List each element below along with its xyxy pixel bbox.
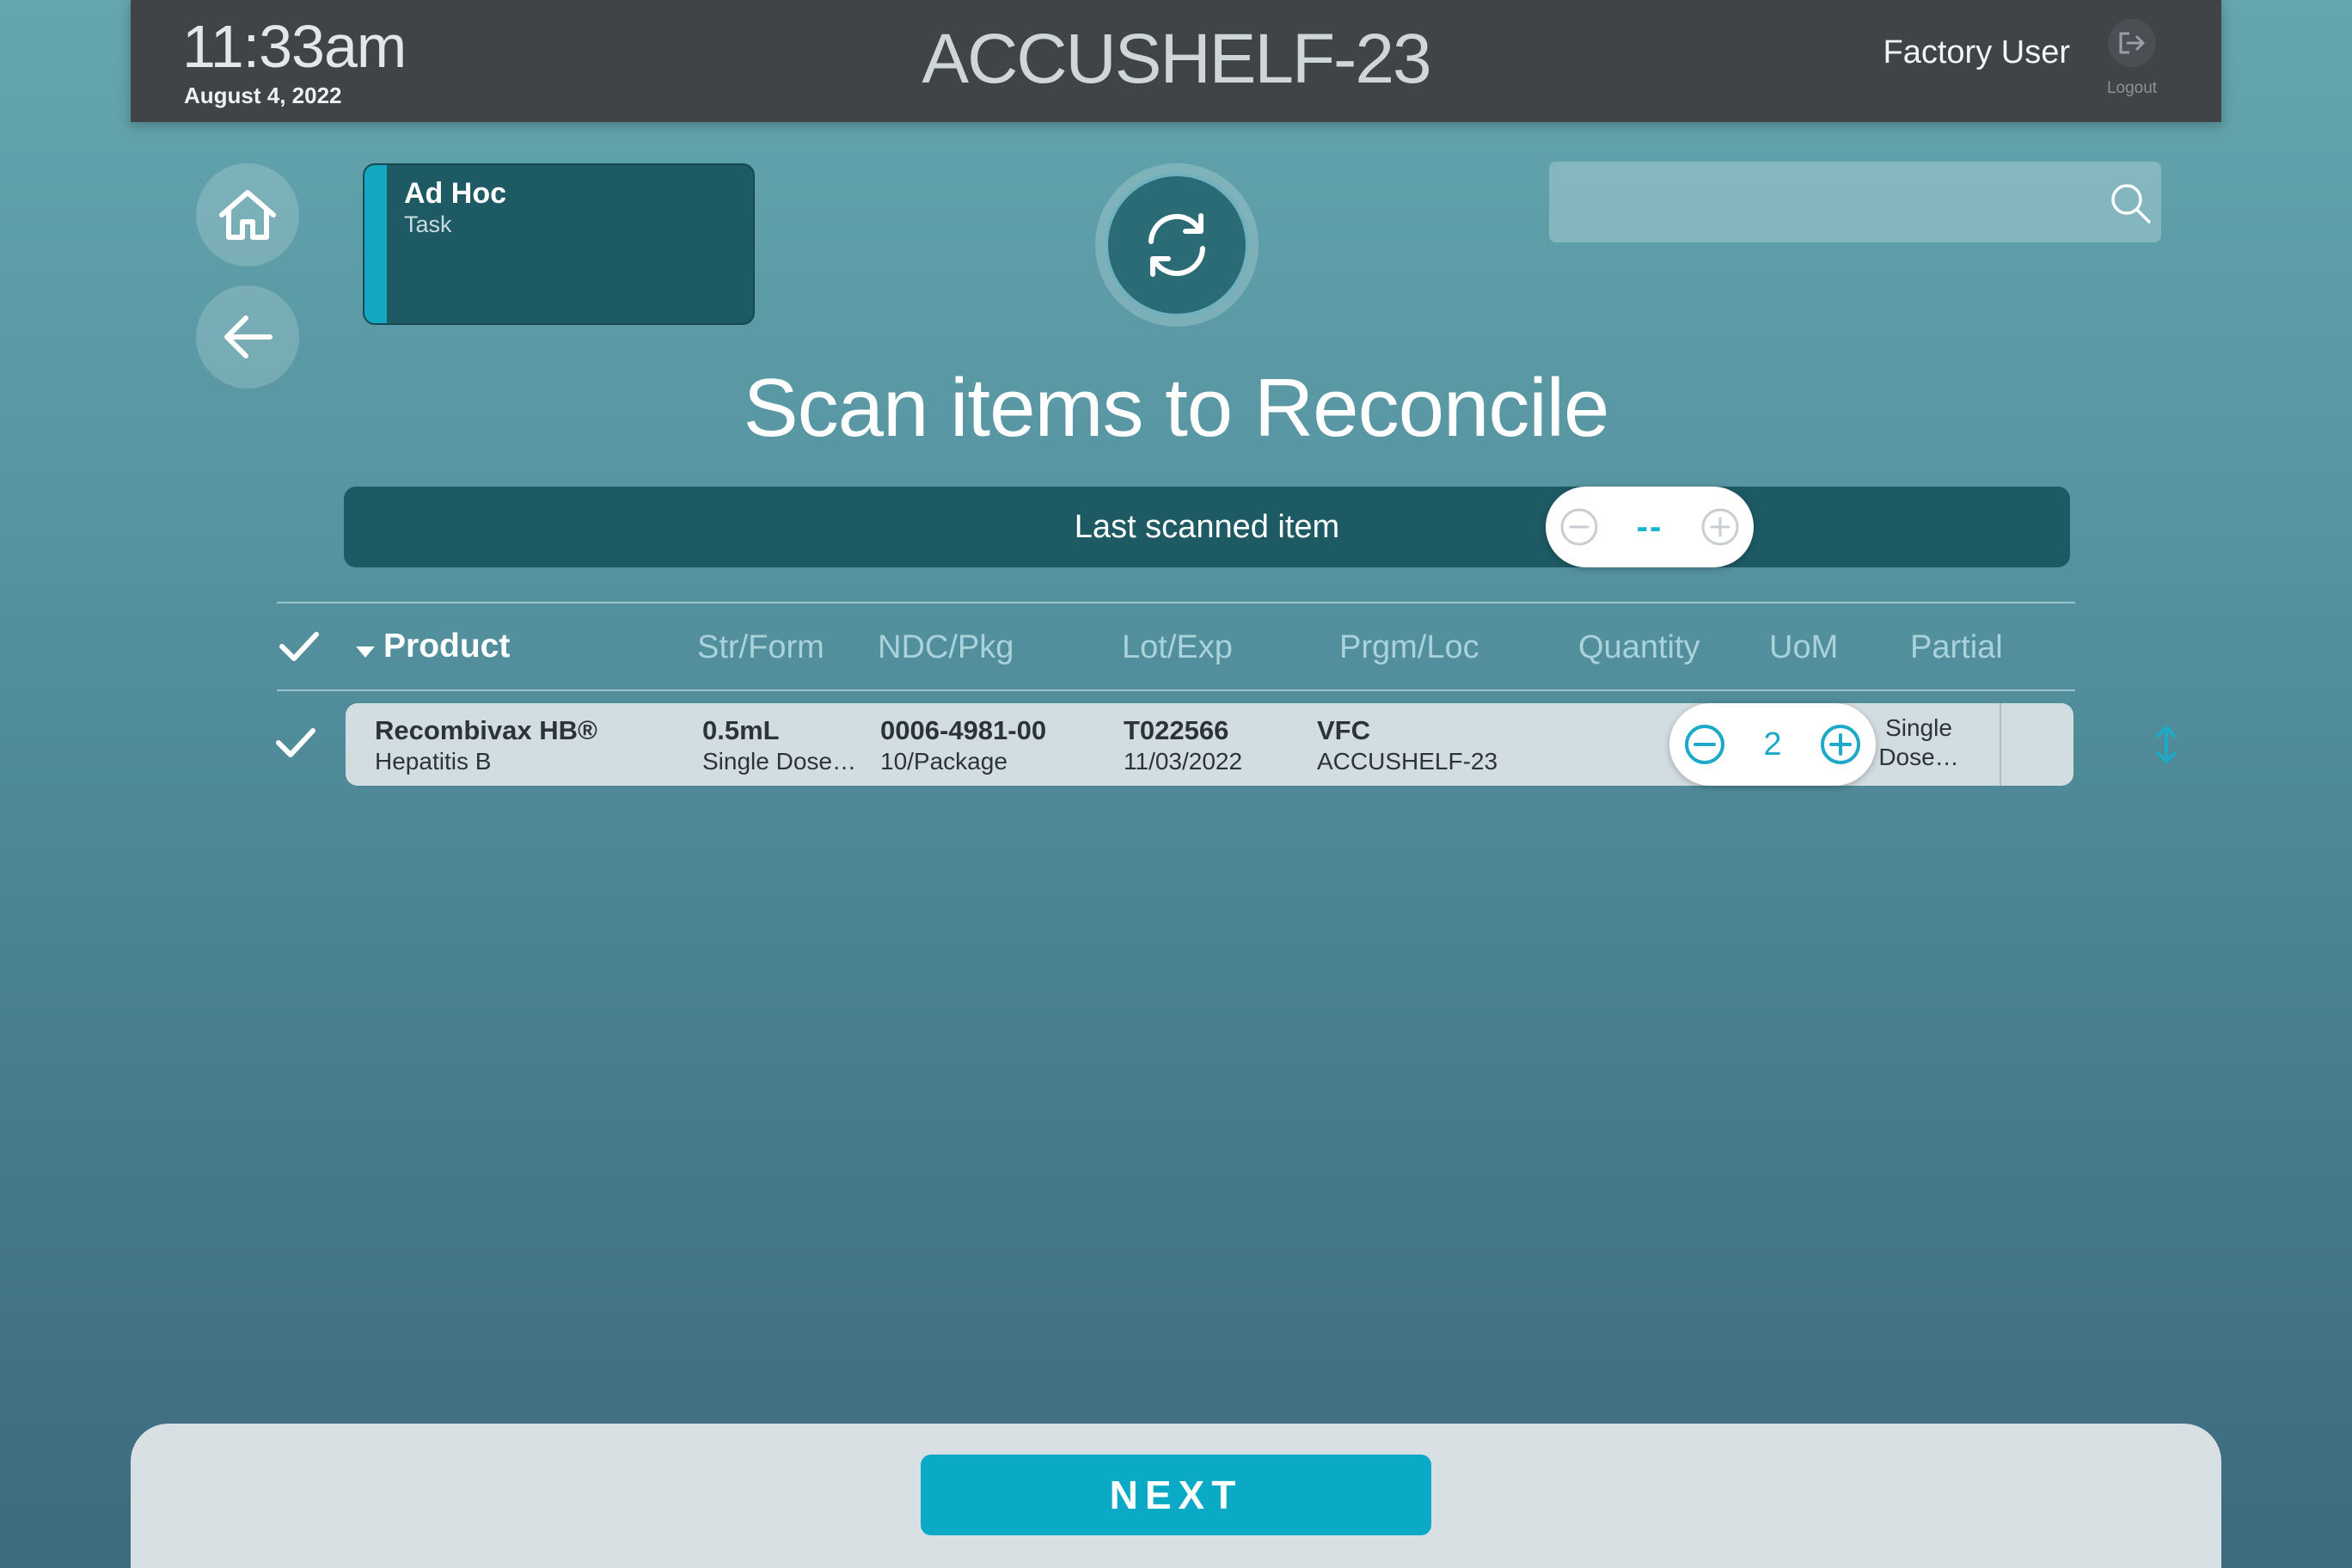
task-card[interactable]: Ad Hoc Task — [363, 163, 755, 325]
str-form-cell: 0.5mL Single Dose… — [702, 715, 856, 775]
task-title: Ad Hoc — [404, 177, 506, 210]
sync-button[interactable] — [1095, 163, 1259, 327]
partial-toggle-icon[interactable] — [2149, 724, 2184, 765]
column-header-partial[interactable]: Partial — [1910, 629, 2003, 666]
table-header-divider — [277, 689, 2075, 691]
column-header-lot-exp[interactable]: Lot/Exp — [1122, 629, 1233, 666]
ndc-value: 0006-4981-00 — [880, 715, 1047, 745]
column-header-ndc-pkg[interactable]: NDC/Pkg — [878, 629, 1014, 666]
product-name: Recombivax HB® — [375, 715, 597, 745]
lot-exp-cell: T022566 11/03/2022 — [1124, 715, 1242, 775]
ndc-pkg-cell: 0006-4981-00 10/Package — [880, 715, 1046, 775]
strength-value: 0.5mL — [702, 715, 780, 745]
last-scanned-bar: Last scanned item — [344, 487, 2070, 567]
product-cell: Recombivax HB® Hepatitis B — [375, 715, 597, 775]
app-window: 11:33am August 4, 2022 ACCUSHELF-23 Fact… — [131, 0, 2221, 1568]
quantity-decrement-button[interactable] — [1683, 723, 1726, 766]
select-all-check-icon[interactable] — [277, 628, 322, 665]
plus-circle-icon — [1820, 725, 1860, 764]
quantity-increment-button[interactable] — [1819, 723, 1862, 766]
minus-circle-icon — [1560, 508, 1598, 546]
column-header-product[interactable]: Product — [383, 628, 510, 665]
home-icon — [219, 190, 276, 240]
row-check-icon[interactable] — [273, 724, 318, 762]
task-accent-bar — [364, 165, 387, 323]
quantity-value: 2 — [1763, 726, 1782, 763]
location-value: ACCUSHELF-23 — [1317, 748, 1498, 775]
page-title: Scan items to Reconcile — [743, 362, 1610, 454]
column-header-prgm-loc[interactable]: Prgm/Loc — [1339, 629, 1479, 666]
package-value: 10/Package — [880, 748, 1008, 775]
quantity-stepper: 2 — [1669, 703, 1876, 786]
task-subtitle: Task — [404, 211, 452, 237]
prgm-loc-cell: VFC ACCUSHELF-23 — [1317, 715, 1498, 775]
column-header-uom[interactable]: UoM — [1769, 629, 1838, 666]
refresh-icon — [1148, 213, 1205, 277]
logout-icon — [2119, 32, 2145, 54]
home-button[interactable] — [196, 163, 299, 266]
last-decrement-button[interactable] — [1558, 505, 1601, 548]
last-scanned-stepper: -- — [1546, 487, 1754, 567]
top-bar: 11:33am August 4, 2022 ACCUSHELF-23 Fact… — [131, 0, 2221, 122]
table-top-divider — [277, 602, 2075, 603]
logout-button[interactable] — [2108, 19, 2156, 67]
arrow-left-icon — [224, 315, 273, 358]
uom-line2: Dose… — [1878, 744, 1959, 770]
product-description: Hepatitis B — [375, 748, 492, 775]
column-header-quantity[interactable]: Quantity — [1578, 629, 1700, 666]
logout-label[interactable]: Logout — [2094, 79, 2170, 98]
last-increment-button[interactable] — [1699, 505, 1742, 548]
lot-value: T022566 — [1124, 715, 1229, 745]
sync-button-inner — [1105, 173, 1249, 317]
last-scanned-label: Last scanned item — [1074, 509, 1340, 545]
program-value: VFC — [1317, 715, 1370, 745]
uom-line1: Single — [1885, 714, 1952, 741]
last-scanned-quantity: -- — [1636, 507, 1663, 546]
footer-panel: NEXT — [131, 1424, 2221, 1568]
form-value: Single Dose… — [702, 748, 856, 775]
uom-cell: Single Dose… — [1867, 714, 1970, 772]
expiration-value: 11/03/2022 — [1124, 748, 1243, 775]
user-name: Factory User — [1883, 34, 2070, 70]
column-header-str-form[interactable]: Str/Form — [697, 629, 824, 666]
minus-circle-icon — [1685, 725, 1724, 764]
search-input[interactable] — [1549, 162, 2161, 242]
sort-caret-icon[interactable] — [356, 646, 375, 658]
next-button[interactable]: NEXT — [921, 1455, 1431, 1535]
partial-divider — [2000, 703, 2001, 786]
search-icon[interactable] — [2108, 181, 2153, 225]
plus-circle-icon — [1701, 508, 1739, 546]
